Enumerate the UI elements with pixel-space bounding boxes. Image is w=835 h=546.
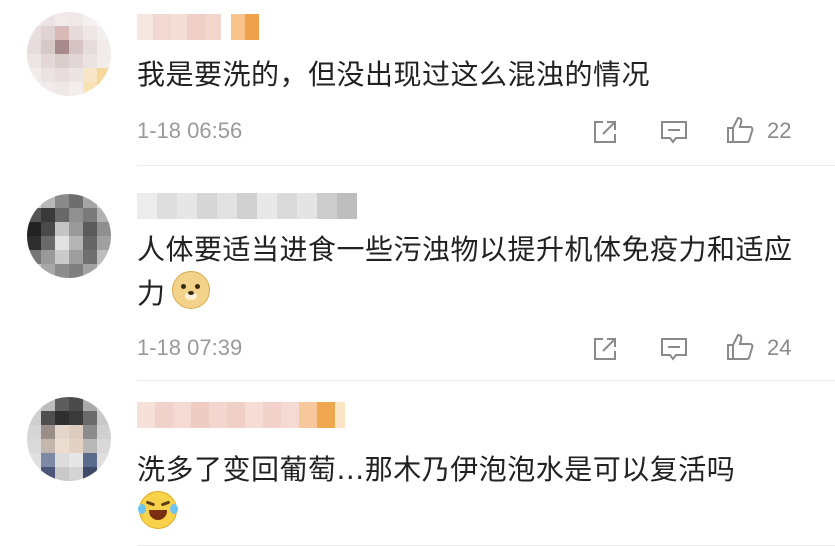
timestamp: 1-18 06:56 [137,118,243,143]
username-blurred[interactable] [137,193,357,219]
comment-icon[interactable] [659,334,689,364]
comment-item: 我是要洗的，但没出现过这么混浊的情况 1-18 06:56 22 [0,0,835,166]
thumbs-up-icon[interactable] [725,115,755,145]
thumbs-up-icon[interactable] [725,332,755,362]
comment-text: 洗多了变回葡萄...那木乃伊泡泡水是可以复活吗 [137,449,817,537]
like-count: 24 [767,335,792,360]
like-count: 22 [767,118,792,143]
share-icon[interactable] [590,334,620,364]
laugh-cry-emoji-icon [138,491,178,529]
comment-text: 人体要适当进食一些污浊物以提升机体免疫力和适应力 [137,229,817,315]
username-blurred[interactable] [137,14,259,40]
comment-item: 人体要适当进食一些污浊物以提升机体免疫力和适应力 1-18 07:39 24 [0,166,835,381]
comment-text-content: 洗多了变回葡萄...那木乃伊泡泡水是可以复活吗 [137,453,736,486]
comment-text-content: 人体要适当进食一些污浊物以提升机体免疫力和适应力 [137,233,793,310]
avatar[interactable] [27,194,111,278]
comment-item: 洗多了变回葡萄...那木乃伊泡泡水是可以复活吗 [0,381,835,546]
timestamp: 1-18 07:39 [137,335,243,360]
doge-emoji-icon [171,271,210,309]
avatar[interactable] [27,397,111,481]
share-icon[interactable] [590,117,620,147]
comment-icon[interactable] [659,117,689,147]
username-blurred[interactable] [137,402,345,428]
comment-text: 我是要洗的，但没出现过这么混浊的情况 [137,58,651,91]
avatar[interactable] [27,12,111,96]
